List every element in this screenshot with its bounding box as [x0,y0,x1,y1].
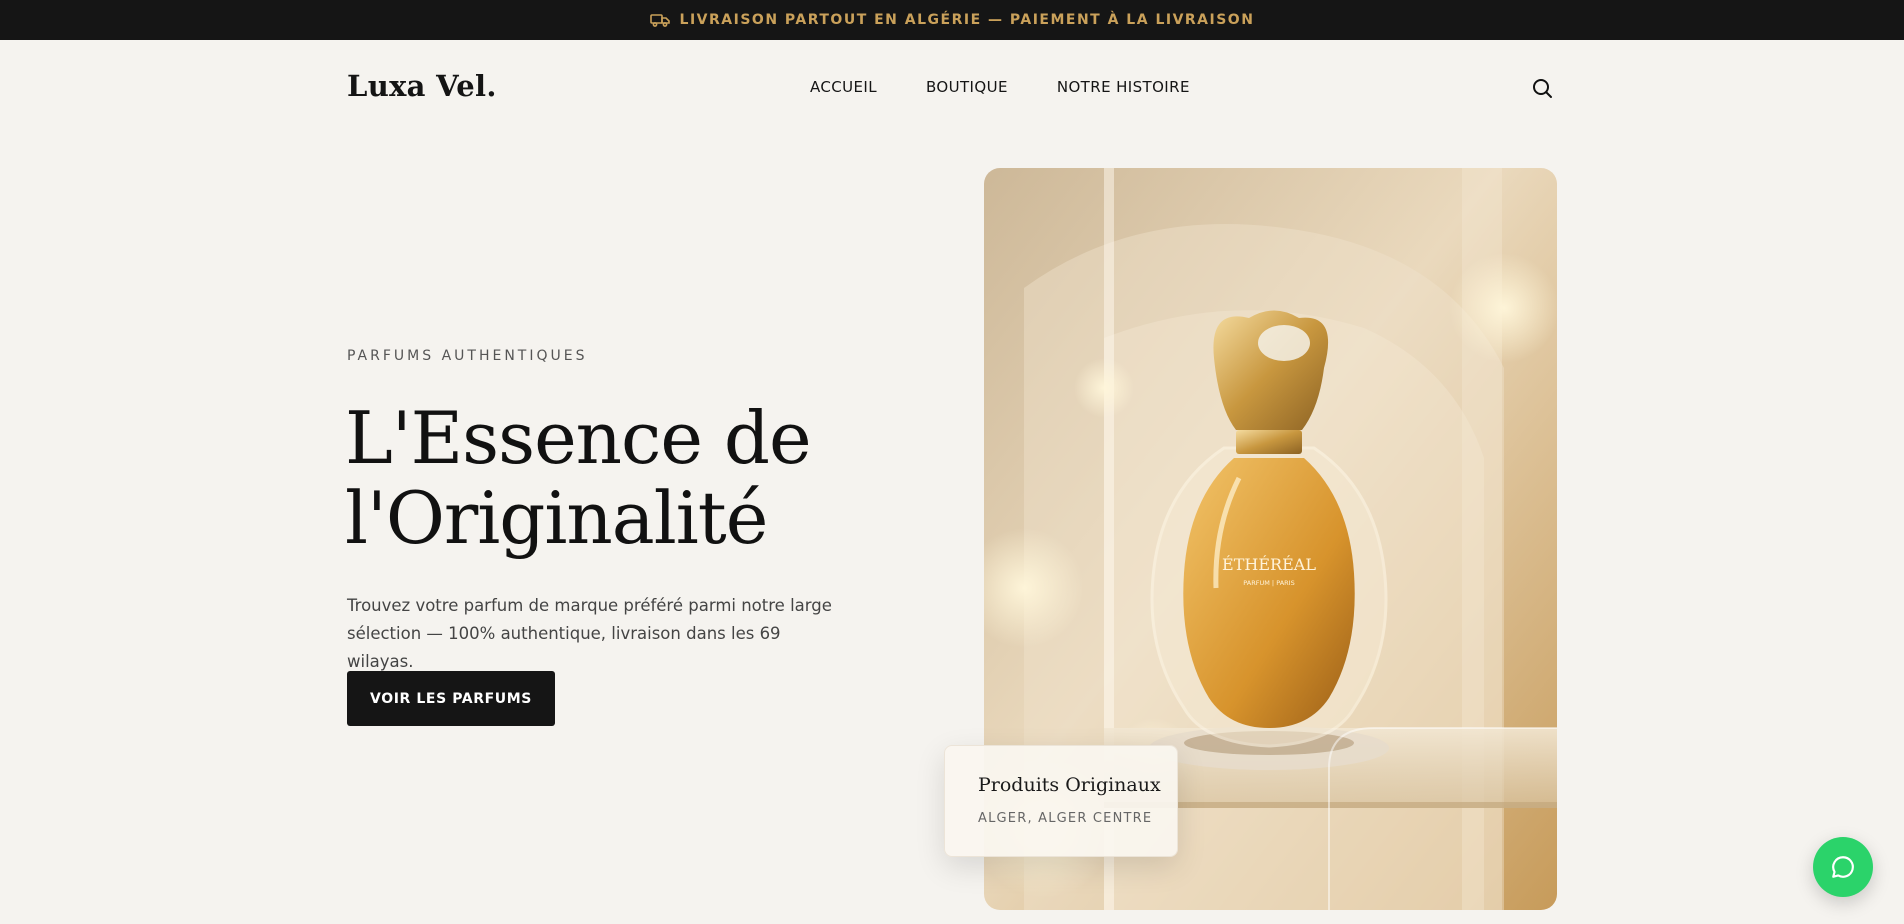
bottle-brand-label: ÉTHÉRÉAL [1222,554,1316,574]
nav-item-boutique[interactable]: BOUTIQUE [926,78,1008,96]
bottle-sub-label: PARFUM | PARIS [1243,579,1294,587]
hero-eyebrow: PARFUMS AUTHENTIQUES [347,348,588,364]
view-perfumes-button[interactable]: VOIR LES PARFUMS [347,671,555,726]
hero-title-line-1: L'Essence de [345,396,812,480]
hero-description: Trouvez votre parfum de marque préféré p… [347,595,832,671]
announcement-bar: LIVRAISON PARTOUT EN ALGÉRIE — PAIEMENT … [0,0,1904,40]
hero-title-line-2: l'Originalité [345,476,768,560]
badge-location: ALGER, ALGER CENTRE [978,811,1153,826]
nav-item-accueil[interactable]: ACCUEIL [810,78,877,96]
announcement-text: LIVRAISON PARTOUT EN ALGÉRIE — PAIEMENT … [679,12,1255,28]
site-header: Luxa Vel. ACCUEIL BOUTIQUE NOTRE HISTOIR… [0,40,1904,135]
site-logo[interactable]: Luxa Vel. [347,69,497,103]
truck-icon [649,13,670,27]
original-products-badge: Produits Originaux ALGER, ALGER CENTRE [944,745,1178,857]
nav-item-notre-histoire[interactable]: NOTRE HISTOIRE [1057,78,1190,96]
hero-title: L'Essence de l'Originalité [345,398,865,558]
badge-title: Produits Originaux [978,774,1161,796]
main-nav: ACCUEIL BOUTIQUE NOTRE HISTOIRE [810,78,1239,96]
chat-bubble-icon[interactable] [1813,837,1873,897]
search-icon[interactable] [1530,76,1554,100]
